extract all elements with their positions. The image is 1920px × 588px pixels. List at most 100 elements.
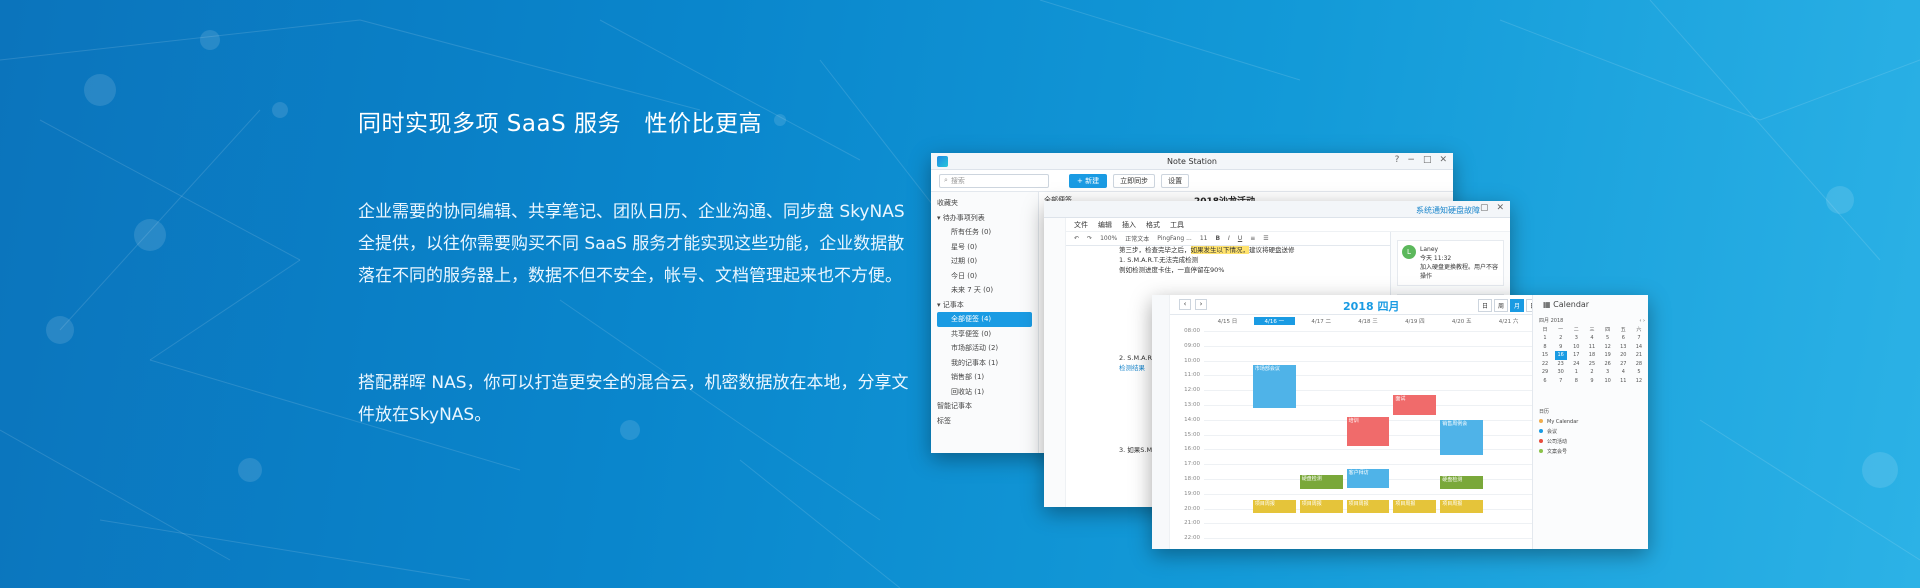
sidebar-item[interactable]: 所有任务 (0) xyxy=(937,225,1032,240)
size-select[interactable]: 11 xyxy=(1200,235,1208,242)
mini-nav[interactable]: ‹ › xyxy=(1639,317,1645,326)
mini-day[interactable]: 26 xyxy=(1602,360,1614,369)
mini-day[interactable]: 9 xyxy=(1586,377,1598,386)
mini-day[interactable]: 16 xyxy=(1554,351,1567,360)
calendar-event[interactable]: 培训 xyxy=(1346,416,1390,447)
mini-day[interactable]: 18 xyxy=(1586,351,1598,360)
mini-day[interactable]: 3 xyxy=(1570,334,1582,343)
mini-day[interactable]: 15 xyxy=(1539,351,1551,360)
mini-day[interactable]: 5 xyxy=(1602,334,1614,343)
style-select[interactable]: 正常文本 xyxy=(1125,234,1149,243)
mini-day[interactable]: 11 xyxy=(1586,343,1598,352)
mini-day[interactable]: 1 xyxy=(1570,368,1582,377)
day-label[interactable]: 4/20 五 xyxy=(1438,317,1485,327)
new-note-button[interactable]: + 新建 xyxy=(1069,173,1108,188)
menu-item[interactable]: 格式 xyxy=(1146,220,1160,230)
menu-item[interactable]: 编辑 xyxy=(1098,220,1112,230)
calendar-event[interactable]: 项目周报 xyxy=(1252,499,1296,514)
sidebar-item[interactable]: 共享便签 (0) xyxy=(937,327,1032,342)
zoom-select[interactable]: 100% xyxy=(1100,235,1117,242)
maximize-icon[interactable]: □ xyxy=(1423,155,1432,165)
mini-day[interactable]: 3 xyxy=(1602,368,1614,377)
menu-item[interactable]: 工具 xyxy=(1170,220,1184,230)
calendar-event[interactable]: 项目周报 xyxy=(1393,499,1437,514)
next-icon[interactable]: › xyxy=(1195,299,1207,310)
day-label[interactable]: 4/18 三 xyxy=(1345,317,1392,327)
bold-icon[interactable]: B xyxy=(1215,235,1220,242)
calendar-event[interactable]: 客户拜访 xyxy=(1346,468,1390,488)
calendar-event[interactable]: 项目周报 xyxy=(1440,499,1484,514)
mini-day[interactable]: 14 xyxy=(1633,343,1645,352)
prev-icon[interactable]: ‹ xyxy=(1179,299,1191,310)
mini-day[interactable]: 21 xyxy=(1633,351,1645,360)
sidebar-item[interactable]: 星号 (0) xyxy=(937,240,1032,255)
search-input[interactable]: ⌕ 搜索 xyxy=(939,173,1049,188)
calendar-event[interactable]: 项目周报 xyxy=(1299,499,1343,514)
mini-day[interactable]: 10 xyxy=(1570,343,1582,352)
mini-day[interactable]: 8 xyxy=(1570,377,1582,386)
mini-day[interactable]: 5 xyxy=(1633,368,1645,377)
mini-day[interactable]: 12 xyxy=(1602,343,1614,352)
mini-day[interactable]: 24 xyxy=(1570,360,1582,369)
sidebar-item[interactable]: 过期 (0) xyxy=(937,254,1032,269)
font-select[interactable]: PingFang ... xyxy=(1157,235,1192,242)
mini-day[interactable]: 6 xyxy=(1539,377,1551,386)
mini-day[interactable]: 2 xyxy=(1555,334,1567,343)
view-button[interactable]: 月 xyxy=(1510,299,1525,312)
calendar-list-item[interactable]: 公司活动 xyxy=(1539,437,1578,447)
calendar-event[interactable]: 硬盘检测 xyxy=(1440,476,1484,490)
view-button[interactable]: 周 xyxy=(1494,299,1509,312)
menu-item[interactable]: 插入 xyxy=(1122,220,1136,230)
mini-day[interactable]: 22 xyxy=(1539,360,1551,369)
calendar-event[interactable]: 项目周报 xyxy=(1346,499,1390,514)
align-icon[interactable]: ≡ xyxy=(1250,235,1255,242)
sidebar-item[interactable]: 全部便签 (4) xyxy=(937,312,1032,327)
mini-day[interactable]: 30 xyxy=(1555,368,1567,377)
menu-item[interactable]: 文件 xyxy=(1074,220,1088,230)
mini-day[interactable]: 12 xyxy=(1633,377,1645,386)
minimize-icon[interactable]: − xyxy=(1407,155,1415,165)
day-label[interactable]: 4/21 六 xyxy=(1485,317,1532,327)
mini-day[interactable]: 23 xyxy=(1555,360,1567,369)
mini-day[interactable]: 29 xyxy=(1539,368,1551,377)
mini-day[interactable]: 2 xyxy=(1586,368,1598,377)
sidebar-item[interactable]: 今日 (0) xyxy=(937,269,1032,284)
calendar-event[interactable]: 硬盘检测 xyxy=(1299,474,1343,490)
mini-day[interactable]: 7 xyxy=(1555,377,1567,386)
calendar-list-item[interactable]: 文案会号 xyxy=(1539,447,1578,457)
day-label[interactable]: 4/15 日 xyxy=(1204,317,1251,327)
note-station-titlebar[interactable]: Note Station ? − □ ✕ xyxy=(931,153,1453,170)
mini-day[interactable]: 20 xyxy=(1617,351,1629,360)
sidebar-item[interactable]: ▾ 待办事项列表 xyxy=(937,211,1032,226)
sidebar-item[interactable]: 未来 7 天 (0) xyxy=(937,283,1032,298)
close-icon[interactable]: ✕ xyxy=(1496,203,1504,213)
calendar-list-item[interactable]: My Calendar xyxy=(1539,417,1578,427)
mini-day[interactable]: 8 xyxy=(1539,343,1551,352)
sidebar-item[interactable]: 智能记事本 xyxy=(937,399,1032,414)
view-button[interactable]: 日 xyxy=(1478,299,1493,312)
mini-day[interactable]: 25 xyxy=(1586,360,1598,369)
day-label[interactable]: 4/17 二 xyxy=(1298,317,1345,327)
italic-icon[interactable]: I xyxy=(1228,235,1230,242)
undo-icon[interactable]: ↶ xyxy=(1074,235,1079,242)
sidebar-item[interactable]: 销售部 (1) xyxy=(937,370,1032,385)
calendar-list-item[interactable]: 会议 xyxy=(1539,427,1578,437)
sync-button[interactable]: 立即同步 xyxy=(1113,173,1156,188)
mini-day[interactable]: 4 xyxy=(1586,334,1598,343)
help-icon[interactable]: ? xyxy=(1395,155,1400,165)
calendar-event[interactable]: 市场部会议 xyxy=(1252,365,1296,408)
sidebar-item[interactable]: ▾ 记事本 xyxy=(937,298,1032,313)
sidebar-item[interactable]: 收藏夹 xyxy=(937,196,1032,211)
day-label[interactable]: 4/19 四 xyxy=(1391,317,1438,327)
day-label[interactable]: 4/16 一 xyxy=(1251,317,1298,327)
mini-day[interactable]: 1 xyxy=(1539,334,1551,343)
mini-day[interactable]: 19 xyxy=(1602,351,1614,360)
mini-day[interactable]: 10 xyxy=(1602,377,1614,386)
list-icon[interactable]: ☰ xyxy=(1263,235,1268,242)
mini-day[interactable]: 6 xyxy=(1617,334,1629,343)
mini-day[interactable]: 11 xyxy=(1617,377,1629,386)
mini-day[interactable]: 13 xyxy=(1617,343,1629,352)
sidebar-item[interactable]: 我的记事本 (1) xyxy=(937,356,1032,371)
sidebar-item[interactable]: 回收站 (1) xyxy=(937,385,1032,400)
mini-day[interactable]: 28 xyxy=(1633,360,1645,369)
